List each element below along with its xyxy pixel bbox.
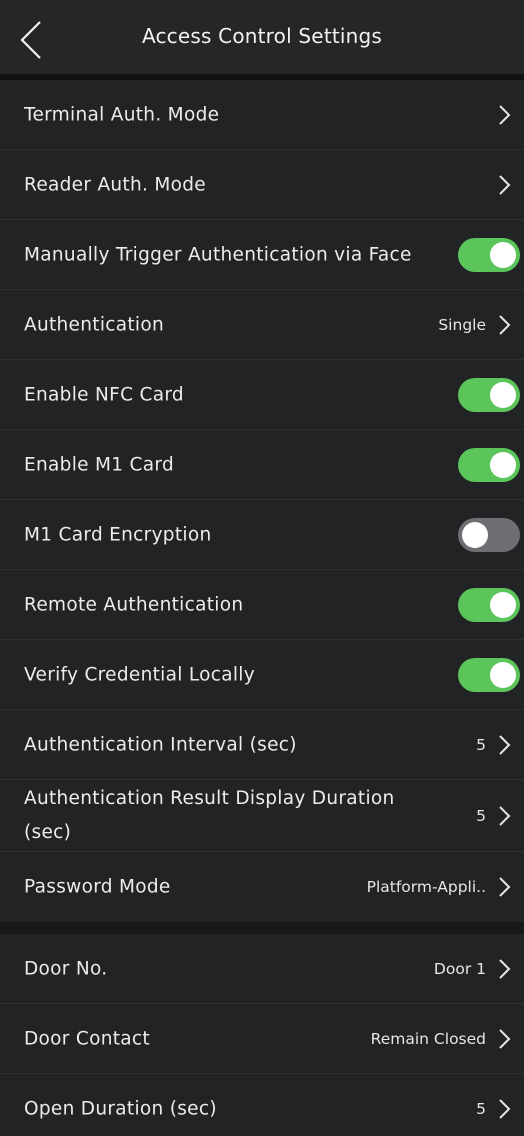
- row-label: Manually Trigger Authentication via Face: [24, 244, 412, 265]
- row-label: Reader Auth. Mode: [24, 174, 206, 195]
- row-label: M1 Card Encryption: [24, 524, 212, 545]
- remote-authentication-toggle[interactable]: [458, 587, 520, 622]
- toggle-knob: [490, 661, 516, 688]
- row-value: Door 1: [433, 959, 486, 978]
- chevron-right-icon: [499, 104, 511, 125]
- chevron-right-icon: [499, 1099, 511, 1119]
- row-reader-auth-mode[interactable]: Reader Auth. Mode: [0, 150, 524, 220]
- row-label: Authentication Interval (sec): [24, 734, 297, 755]
- row-label: Enable NFC Card: [24, 384, 184, 405]
- chevron-right-icon: [499, 174, 511, 195]
- row-password-mode[interactable]: Password Mode Platform-Appli..: [0, 852, 524, 922]
- nfc-card-toggle[interactable]: [458, 377, 520, 412]
- row-verify-credential-locally: Verify Credential Locally: [0, 640, 524, 710]
- chevron-right-icon: [499, 877, 511, 897]
- row-label: Open Duration (sec): [24, 1098, 217, 1120]
- row-terminal-auth-mode[interactable]: Terminal Auth. Mode: [0, 80, 524, 150]
- m1-card-toggle[interactable]: [458, 447, 520, 482]
- row-label: Door Contact: [24, 1028, 150, 1049]
- toggle-knob: [490, 381, 516, 408]
- row-label: Authentication: [24, 314, 165, 335]
- row-label: Verify Credential Locally: [24, 664, 255, 685]
- row-value: 5: [476, 735, 486, 754]
- toggle-knob: [490, 591, 516, 618]
- row-value: Platform-Appli..: [366, 878, 486, 896]
- chevron-right-icon: [499, 314, 511, 335]
- manual-face-trigger-toggle[interactable]: [458, 237, 520, 272]
- row-label: Remote Authentication: [24, 594, 244, 615]
- chevron-right-icon: [499, 958, 511, 979]
- row-manual-face-trigger: Manually Trigger Authentication via Face: [0, 220, 524, 290]
- toggle-knob: [462, 521, 488, 548]
- row-label: Password Mode: [24, 876, 171, 898]
- verify-credential-locally-toggle[interactable]: [458, 657, 520, 692]
- settings-list-main: Terminal Auth. Mode Reader Auth. Mode Ma…: [0, 80, 524, 922]
- row-m1-card-encryption: M1 Card Encryption: [0, 500, 524, 570]
- chevron-right-icon: [499, 734, 511, 755]
- row-door-no[interactable]: Door No. Door 1: [0, 934, 524, 1004]
- row-authentication[interactable]: Authentication Single: [0, 290, 524, 360]
- row-authentication-interval[interactable]: Authentication Interval (sec) 5: [0, 710, 524, 780]
- row-value: 5: [476, 1100, 486, 1118]
- row-value: Single: [438, 315, 486, 334]
- m1-card-encryption-toggle[interactable]: [458, 517, 520, 552]
- row-enable-nfc-card: Enable NFC Card: [0, 360, 524, 430]
- chevron-right-icon: [499, 805, 511, 826]
- row-enable-m1-card: Enable M1 Card: [0, 430, 524, 500]
- access-control-settings-screen: Access Control Settings Terminal Auth. M…: [0, 0, 524, 1136]
- row-result-display-duration[interactable]: Authentication Result Display Duration (…: [0, 780, 524, 852]
- row-value: Remain Closed: [370, 1029, 486, 1048]
- toggle-knob: [490, 241, 516, 268]
- row-open-duration[interactable]: Open Duration (sec) 5: [0, 1074, 524, 1136]
- settings-list-door: Door No. Door 1 Door Contact Remain Clos…: [0, 934, 524, 1136]
- section-divider: [0, 922, 524, 934]
- page-title: Access Control Settings: [141, 24, 383, 48]
- row-remote-authentication: Remote Authentication: [0, 570, 524, 640]
- toggle-knob: [490, 451, 516, 478]
- row-label: Door No.: [24, 958, 108, 979]
- top-bar: Access Control Settings: [0, 0, 524, 80]
- chevron-right-icon: [499, 1028, 511, 1049]
- row-value: 5: [476, 806, 486, 825]
- row-door-contact[interactable]: Door Contact Remain Closed: [0, 1004, 524, 1074]
- row-label: Terminal Auth. Mode: [24, 104, 220, 125]
- row-label: Enable M1 Card: [24, 454, 174, 475]
- row-label: Authentication Result Display Duration (…: [24, 787, 395, 843]
